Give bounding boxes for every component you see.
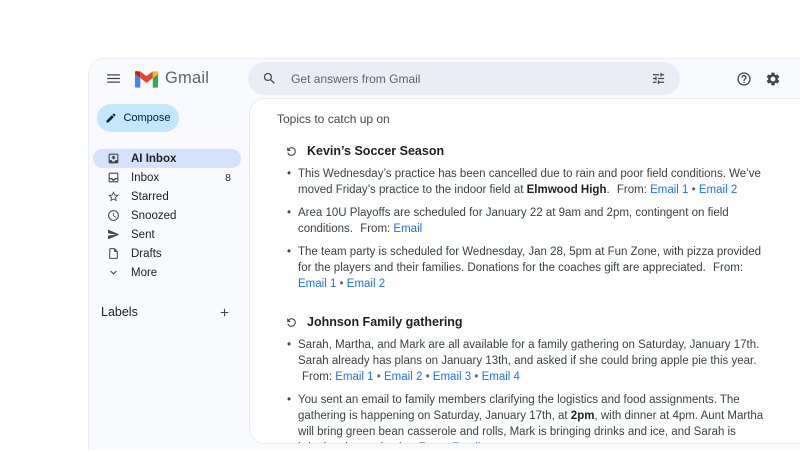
help-icon[interactable]	[736, 71, 752, 87]
sidebar-item-more[interactable]: More	[93, 263, 241, 282]
sidebar-item-ai-inbox[interactable]: AI Inbox	[93, 149, 241, 168]
gmail-window: Gmail Compose AI Inbox Inbox 8 Starred Snooz…	[88, 58, 800, 450]
email-link[interactable]: Email 3	[433, 371, 471, 383]
from-label: From:	[617, 184, 650, 196]
summary-bullet: •Sarah, Martha, and Mark are all availab…	[287, 337, 772, 385]
sidebar-item-drafts[interactable]: Drafts	[93, 244, 241, 263]
summary-bullet: •This Wednesday’s practice has been canc…	[287, 166, 772, 198]
bullet-text: The team party is scheduled for Wednesda…	[298, 244, 772, 292]
email-link[interactable]: Email	[393, 223, 422, 235]
link-separator: •	[336, 278, 346, 290]
search-icon	[262, 71, 277, 86]
page-title: Topics to catch up on	[277, 112, 772, 126]
topic-section-header: Johnson Family gathering	[285, 315, 772, 329]
chevron-down-icon	[107, 266, 120, 279]
topics-list: Kevin’s Soccer Season•This Wednesday’s p…	[277, 144, 772, 444]
sidebar-item-label: Drafts	[131, 248, 162, 260]
sidebar-item-label: Starred	[131, 191, 169, 203]
settings-gear-icon[interactable]	[765, 71, 781, 87]
from-label: From:	[360, 223, 393, 235]
bullet-text: Area 10U Playoffs are scheduled for Janu…	[298, 205, 772, 237]
bullet-marker: •	[287, 205, 298, 237]
email-link[interactable]: Email 2	[384, 371, 422, 383]
from-label: From:	[302, 371, 335, 383]
refresh-topic-icon[interactable]	[285, 145, 298, 158]
topic-section-header: Kevin’s Soccer Season	[285, 144, 772, 158]
email-link[interactable]: Email 1	[335, 371, 373, 383]
bullet-marker: •	[287, 244, 298, 292]
ai-inbox-icon	[107, 152, 120, 165]
app-title: Gmail	[165, 69, 209, 88]
topic-title: Kevin’s Soccer Season	[307, 144, 444, 158]
search-bar[interactable]	[248, 62, 680, 95]
search-input[interactable]	[289, 71, 651, 87]
bullet-text: You sent an email to family members clar…	[298, 392, 772, 444]
compose-button[interactable]: Compose	[97, 104, 179, 132]
clock-icon	[107, 209, 120, 222]
email-link[interactable]: Email 4	[482, 371, 520, 383]
email-link[interactable]: Email 2	[699, 184, 737, 196]
sidebar-item-starred[interactable]: Starred	[93, 187, 241, 206]
email-link[interactable]: Email 1	[298, 278, 336, 290]
sidebar-item-snoozed[interactable]: Snoozed	[93, 206, 241, 225]
email-link[interactable]: Email 2	[347, 278, 385, 290]
draft-icon	[107, 247, 120, 260]
sidebar-item-label: AI Inbox	[131, 153, 176, 165]
star-icon	[107, 190, 120, 203]
top-bar: Gmail	[89, 59, 800, 98]
sidebar-item-label: More	[131, 267, 157, 279]
link-separator: •	[471, 371, 481, 383]
refresh-topic-icon[interactable]	[285, 316, 298, 329]
sidebar-item-label: Inbox	[131, 172, 159, 184]
sidebar-nav: AI Inbox Inbox 8 Starred Snoozed Sent Drafts Mo…	[89, 149, 249, 282]
search-options-tune-icon[interactable]	[651, 71, 666, 86]
gmail-logo-icon	[135, 70, 158, 88]
topic-section-johnson-family-gathering: Johnson Family gathering •Sarah, Martha, …	[277, 315, 772, 444]
inbox-icon	[107, 171, 120, 184]
sidebar-item-label: Sent	[131, 229, 155, 241]
email-link[interactable]: Email 1	[650, 184, 688, 196]
pencil-icon	[105, 112, 117, 124]
top-actions	[736, 71, 800, 87]
unread-count-badge: 8	[225, 172, 231, 184]
link-separator: •	[688, 184, 698, 196]
summary-bullet: •Area 10U Playoffs are scheduled for Jan…	[287, 205, 772, 237]
send-icon	[107, 228, 120, 241]
email-link[interactable]: Email	[452, 442, 481, 444]
link-separator: •	[422, 371, 432, 383]
sidebar-item-inbox[interactable]: Inbox 8	[93, 168, 241, 187]
bullet-text: Sarah, Martha, and Mark are all availabl…	[298, 337, 772, 385]
labels-section: Labels	[89, 305, 249, 319]
link-separator: •	[374, 371, 384, 383]
bullet-marker: •	[287, 337, 298, 385]
summary-bullet: •You sent an email to family members cla…	[287, 392, 772, 444]
main-content-card: Topics to catch up on Kevin’s Soccer Sea…	[249, 98, 800, 444]
bullet-marker: •	[287, 166, 298, 198]
summary-bullet: •The team party is scheduled for Wednesd…	[287, 244, 772, 292]
sidebar: Compose AI Inbox Inbox 8 Starred Snoozed Sent…	[89, 98, 249, 451]
compose-label: Compose	[123, 112, 170, 124]
hamburger-menu-icon[interactable]	[105, 70, 122, 87]
topic-title: Johnson Family gathering	[307, 315, 463, 329]
from-label: From:	[713, 262, 743, 274]
sidebar-item-label: Snoozed	[131, 210, 176, 222]
add-label-plus-icon[interactable]	[218, 306, 231, 319]
sidebar-item-sent[interactable]: Sent	[93, 225, 241, 244]
topic-section-kevin-s-soccer-season: Kevin’s Soccer Season•This Wednesday’s p…	[277, 144, 772, 292]
bullet-text: This Wednesday’s practice has been cance…	[298, 166, 772, 198]
from-label: From:	[415, 442, 451, 444]
bullet-marker: •	[287, 392, 298, 444]
labels-header: Labels	[101, 305, 138, 319]
